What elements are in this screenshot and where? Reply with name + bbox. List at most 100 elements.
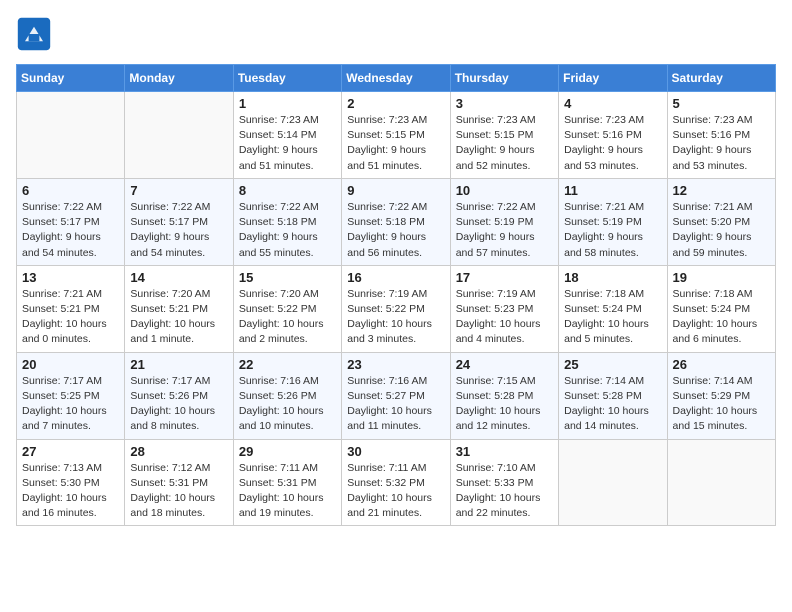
day-info: Sunrise: 7:12 AM Sunset: 5:31 PM Dayligh… (130, 461, 227, 522)
day-number: 1 (239, 96, 336, 111)
calendar-cell: 24 Sunrise: 7:15 AM Sunset: 5:28 PM Dayli… (450, 352, 558, 439)
day-number: 28 (130, 444, 227, 459)
day-info: Sunrise: 7:16 AM Sunset: 5:27 PM Dayligh… (347, 374, 444, 435)
calendar-cell: 13 Sunrise: 7:21 AM Sunset: 5:21 PM Dayli… (17, 265, 125, 352)
day-info: Sunrise: 7:21 AM Sunset: 5:19 PM Dayligh… (564, 200, 661, 261)
calendar-cell: 29Sunrise: 7:11 AM Sunset: 5:31 PM Dayli… (233, 439, 341, 526)
calendar-cell: 11 Sunrise: 7:21 AM Sunset: 5:19 PM Dayli… (559, 178, 667, 265)
calendar-cell: 9 Sunrise: 7:22 AM Sunset: 5:18 PM Daylig… (342, 178, 450, 265)
calendar-cell: 28 Sunrise: 7:12 AM Sunset: 5:31 PM Dayli… (125, 439, 233, 526)
day-info: Sunrise: 7:11 AM Sunset: 5:31 PM Dayligh… (239, 461, 336, 522)
day-number: 11 (564, 183, 661, 198)
day-number: 17 (456, 270, 553, 285)
calendar-day-header: Saturday (667, 65, 775, 92)
calendar-week-row: 20Sunrise: 7:17 AM Sunset: 5:25 PM Dayli… (17, 352, 776, 439)
calendar-day-header: Sunday (17, 65, 125, 92)
day-info: Sunrise: 7:22 AM Sunset: 5:17 PM Dayligh… (22, 200, 119, 261)
day-info: Sunrise: 7:19 AM Sunset: 5:23 PM Dayligh… (456, 287, 553, 348)
day-number: 31 (456, 444, 553, 459)
calendar-cell: 25Sunrise: 7:14 AM Sunset: 5:28 PM Dayli… (559, 352, 667, 439)
calendar-cell: 17 Sunrise: 7:19 AM Sunset: 5:23 PM Dayli… (450, 265, 558, 352)
calendar-day-header: Friday (559, 65, 667, 92)
day-number: 9 (347, 183, 444, 198)
calendar-cell: 8 Sunrise: 7:22 AM Sunset: 5:18 PM Daylig… (233, 178, 341, 265)
logo-icon (16, 16, 52, 52)
day-info: Sunrise: 7:13 AM Sunset: 5:30 PM Dayligh… (22, 461, 119, 522)
day-number: 18 (564, 270, 661, 285)
calendar-cell: 16 Sunrise: 7:19 AM Sunset: 5:22 PM Dayli… (342, 265, 450, 352)
day-info: Sunrise: 7:10 AM Sunset: 5:33 PM Dayligh… (456, 461, 553, 522)
calendar-cell: 27 Sunrise: 7:13 AM Sunset: 5:30 PM Dayli… (17, 439, 125, 526)
calendar-cell: 14 Sunrise: 7:20 AM Sunset: 5:21 PM Dayli… (125, 265, 233, 352)
day-number: 14 (130, 270, 227, 285)
calendar-cell: 31 Sunrise: 7:10 AM Sunset: 5:33 PM Dayli… (450, 439, 558, 526)
day-number: 22 (239, 357, 336, 372)
calendar-cell (17, 92, 125, 179)
day-number: 30 (347, 444, 444, 459)
calendar-day-header: Thursday (450, 65, 558, 92)
day-number: 27 (22, 444, 119, 459)
calendar-cell: 4Sunrise: 7:23 AM Sunset: 5:16 PM Daylig… (559, 92, 667, 179)
day-info: Sunrise: 7:23 AM Sunset: 5:16 PM Dayligh… (673, 113, 770, 174)
day-number: 13 (22, 270, 119, 285)
logo (16, 16, 56, 52)
day-info: Sunrise: 7:22 AM Sunset: 5:18 PM Dayligh… (239, 200, 336, 261)
calendar-cell: 15Sunrise: 7:20 AM Sunset: 5:22 PM Dayli… (233, 265, 341, 352)
day-info: Sunrise: 7:18 AM Sunset: 5:24 PM Dayligh… (564, 287, 661, 348)
day-info: Sunrise: 7:18 AM Sunset: 5:24 PM Dayligh… (673, 287, 770, 348)
calendar-header-row: SundayMondayTuesdayWednesdayThursdayFrid… (17, 65, 776, 92)
calendar-week-row: 13 Sunrise: 7:21 AM Sunset: 5:21 PM Dayli… (17, 265, 776, 352)
day-number: 12 (673, 183, 770, 198)
day-info: Sunrise: 7:15 AM Sunset: 5:28 PM Dayligh… (456, 374, 553, 435)
day-number: 3 (456, 96, 553, 111)
day-number: 23 (347, 357, 444, 372)
day-number: 8 (239, 183, 336, 198)
calendar-cell: 10 Sunrise: 7:22 AM Sunset: 5:19 PM Dayli… (450, 178, 558, 265)
calendar-cell (125, 92, 233, 179)
calendar-day-header: Tuesday (233, 65, 341, 92)
calendar-week-row: 6 Sunrise: 7:22 AM Sunset: 5:17 PM Daylig… (17, 178, 776, 265)
day-info: Sunrise: 7:21 AM Sunset: 5:21 PM Dayligh… (22, 287, 119, 348)
calendar-cell: 1Sunrise: 7:23 AM Sunset: 5:14 PM Daylig… (233, 92, 341, 179)
calendar-cell: 19 Sunrise: 7:18 AM Sunset: 5:24 PM Dayli… (667, 265, 775, 352)
day-number: 7 (130, 183, 227, 198)
calendar-cell: 18 Sunrise: 7:18 AM Sunset: 5:24 PM Dayli… (559, 265, 667, 352)
page-header (16, 16, 776, 52)
day-number: 15 (239, 270, 336, 285)
day-number: 26 (673, 357, 770, 372)
calendar-cell: 21 Sunrise: 7:17 AM Sunset: 5:26 PM Dayli… (125, 352, 233, 439)
day-number: 21 (130, 357, 227, 372)
calendar-cell: 22 Sunrise: 7:16 AM Sunset: 5:26 PM Dayli… (233, 352, 341, 439)
day-number: 16 (347, 270, 444, 285)
calendar-cell: 12Sunrise: 7:21 AM Sunset: 5:20 PM Dayli… (667, 178, 775, 265)
day-number: 10 (456, 183, 553, 198)
calendar-cell: 5 Sunrise: 7:23 AM Sunset: 5:16 PM Daylig… (667, 92, 775, 179)
day-number: 20 (22, 357, 119, 372)
day-info: Sunrise: 7:20 AM Sunset: 5:21 PM Dayligh… (130, 287, 227, 348)
day-info: Sunrise: 7:19 AM Sunset: 5:22 PM Dayligh… (347, 287, 444, 348)
calendar-day-header: Monday (125, 65, 233, 92)
day-info: Sunrise: 7:16 AM Sunset: 5:26 PM Dayligh… (239, 374, 336, 435)
calendar-cell (667, 439, 775, 526)
day-info: Sunrise: 7:11 AM Sunset: 5:32 PM Dayligh… (347, 461, 444, 522)
day-info: Sunrise: 7:22 AM Sunset: 5:18 PM Dayligh… (347, 200, 444, 261)
day-info: Sunrise: 7:23 AM Sunset: 5:15 PM Dayligh… (347, 113, 444, 174)
calendar-cell: 3 Sunrise: 7:23 AM Sunset: 5:15 PM Daylig… (450, 92, 558, 179)
day-info: Sunrise: 7:14 AM Sunset: 5:29 PM Dayligh… (673, 374, 770, 435)
day-number: 6 (22, 183, 119, 198)
calendar-week-row: 27 Sunrise: 7:13 AM Sunset: 5:30 PM Dayli… (17, 439, 776, 526)
calendar-cell: 30 Sunrise: 7:11 AM Sunset: 5:32 PM Dayli… (342, 439, 450, 526)
day-info: Sunrise: 7:14 AM Sunset: 5:28 PM Dayligh… (564, 374, 661, 435)
day-number: 24 (456, 357, 553, 372)
day-info: Sunrise: 7:17 AM Sunset: 5:26 PM Dayligh… (130, 374, 227, 435)
day-info: Sunrise: 7:23 AM Sunset: 5:15 PM Dayligh… (456, 113, 553, 174)
day-number: 19 (673, 270, 770, 285)
calendar-week-row: 1Sunrise: 7:23 AM Sunset: 5:14 PM Daylig… (17, 92, 776, 179)
day-info: Sunrise: 7:22 AM Sunset: 5:19 PM Dayligh… (456, 200, 553, 261)
day-number: 5 (673, 96, 770, 111)
calendar-cell: 26 Sunrise: 7:14 AM Sunset: 5:29 PM Dayli… (667, 352, 775, 439)
calendar-cell: 20Sunrise: 7:17 AM Sunset: 5:25 PM Dayli… (17, 352, 125, 439)
calendar-cell: 2 Sunrise: 7:23 AM Sunset: 5:15 PM Daylig… (342, 92, 450, 179)
calendar-cell: 6 Sunrise: 7:22 AM Sunset: 5:17 PM Daylig… (17, 178, 125, 265)
day-number: 2 (347, 96, 444, 111)
